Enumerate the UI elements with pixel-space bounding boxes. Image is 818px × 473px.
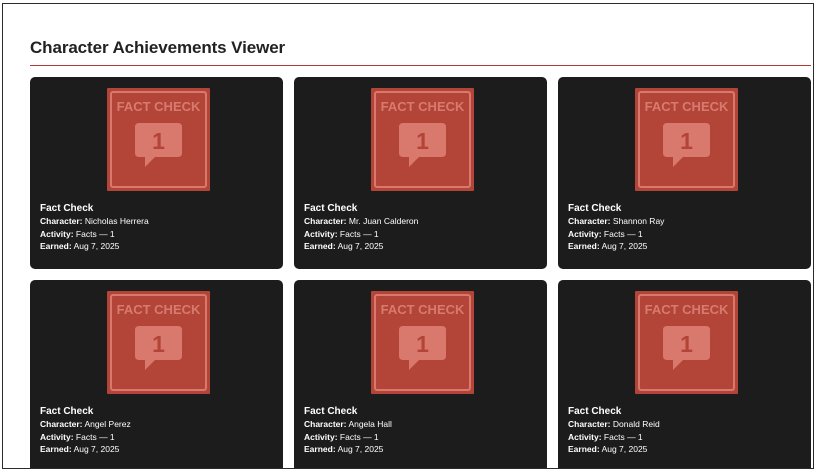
earned-value: Aug 7, 2025 (601, 444, 648, 454)
activity-label: Activity: (304, 228, 338, 239)
character-row: Character: Nicholas Herrera (40, 215, 149, 228)
achievement-info: Fact Check Character: Mr. Juan Calderon … (304, 202, 418, 253)
badge-label: FACT CHECK (381, 99, 465, 114)
badge-label: FACT CHECK (645, 99, 729, 114)
page-title: Character Achievements Viewer (30, 38, 286, 57)
earned-row: Earned: Aug 7, 2025 (304, 443, 392, 456)
achievement-info: Fact Check Character: Shannon Ray Activi… (568, 202, 664, 253)
badge-count: 1 (416, 128, 429, 154)
badge-count: 1 (680, 128, 693, 154)
earned-label: Earned: (40, 241, 72, 251)
fact-check-badge-icon: FACT CHECK 1 (371, 291, 474, 394)
activity-label: Activity: (40, 431, 74, 442)
character-row: Character: Mr. Juan Calderon (304, 215, 418, 228)
achievement-name: Fact Check (40, 406, 94, 417)
character-label: Character: (568, 419, 611, 429)
earned-row: Earned: Aug 7, 2025 (568, 240, 664, 253)
earned-row: Earned: Aug 7, 2025 (40, 443, 131, 456)
achievement-name: Fact Check (568, 203, 622, 214)
activity-row: Activity: Facts — 1 (40, 431, 131, 444)
fact-check-badge-icon: FACT CHECK 1 (107, 291, 210, 394)
activity-row: Activity: Facts — 1 (304, 431, 392, 444)
activity-label: Activity: (40, 228, 74, 239)
character-value: Angel Perez (84, 419, 131, 429)
earned-value: Aug 7, 2025 (337, 444, 384, 454)
earned-label: Earned: (568, 241, 600, 251)
achievement-info: Fact Check Character: Angel Perez Activi… (40, 405, 131, 456)
character-value: Mr. Juan Calderon (348, 216, 419, 226)
earned-value: Aug 7, 2025 (337, 241, 384, 251)
achievement-card[interactable]: FACT CHECK 1 Fact Check Character: Angel… (294, 280, 547, 468)
achievement-card[interactable]: FACT CHECK 1 Fact Check Character: Mr. J… (294, 77, 547, 269)
activity-row: Activity: Facts — 1 (40, 228, 149, 241)
character-value: Donald Reid (612, 419, 660, 429)
character-label: Character: (304, 419, 347, 429)
earned-label: Earned: (568, 444, 600, 454)
fact-check-badge-icon: FACT CHECK 1 (107, 88, 210, 191)
character-value: Shannon Ray (612, 216, 665, 226)
activity-row: Activity: Facts — 1 (568, 228, 664, 241)
earned-row: Earned: Aug 7, 2025 (568, 443, 660, 456)
character-label: Character: (40, 216, 83, 226)
activity-value: Facts — 1 (75, 431, 115, 442)
achievement-card[interactable]: FACT CHECK 1 Fact Check Character: Angel… (30, 280, 283, 468)
achievement-info: Fact Check Character: Angela Hall Activi… (304, 405, 392, 456)
character-row: Character: Donald Reid (568, 418, 660, 431)
character-value: Nicholas Herrera (84, 216, 149, 226)
badge-count: 1 (152, 331, 165, 357)
character-label: Character: (568, 216, 611, 226)
earned-label: Earned: (40, 444, 72, 454)
activity-value: Facts — 1 (339, 228, 379, 239)
fact-check-badge-icon: FACT CHECK 1 (371, 88, 474, 191)
fact-check-badge-icon: FACT CHECK 1 (635, 291, 738, 394)
badge-label: FACT CHECK (117, 302, 201, 317)
title-divider (30, 65, 811, 66)
activity-label: Activity: (304, 431, 338, 442)
fact-check-badge-icon: FACT CHECK 1 (635, 88, 738, 191)
character-label: Character: (40, 419, 83, 429)
activity-value: Facts — 1 (339, 431, 379, 442)
achievement-name: Fact Check (304, 406, 358, 417)
achievement-card[interactable]: FACT CHECK 1 Fact Check Character: Donal… (558, 280, 811, 468)
earned-row: Earned: Aug 7, 2025 (40, 240, 149, 253)
character-label: Character: (304, 216, 347, 226)
achievement-card[interactable]: FACT CHECK 1 Fact Check Character: Nicho… (30, 77, 283, 269)
badge-count: 1 (152, 128, 165, 154)
activity-row: Activity: Facts — 1 (568, 431, 660, 444)
badge-label: FACT CHECK (117, 99, 201, 114)
earned-row: Earned: Aug 7, 2025 (304, 240, 418, 253)
achievement-name: Fact Check (304, 203, 358, 214)
activity-label: Activity: (568, 431, 602, 442)
earned-label: Earned: (304, 241, 336, 251)
earned-value: Aug 7, 2025 (601, 241, 648, 251)
achievement-info: Fact Check Character: Nicholas Herrera A… (40, 202, 149, 253)
achievement-card[interactable]: FACT CHECK 1 Fact Check Character: Shann… (558, 77, 811, 269)
achievement-info: Fact Check Character: Donald Reid Activi… (568, 405, 660, 456)
activity-value: Facts — 1 (603, 431, 643, 442)
earned-label: Earned: (304, 444, 336, 454)
badge-label: FACT CHECK (645, 302, 729, 317)
achievements-grid: FACT CHECK 1 Fact Check Character: Nicho… (30, 77, 812, 468)
earned-value: Aug 7, 2025 (73, 241, 120, 251)
character-row: Character: Angela Hall (304, 418, 392, 431)
achievement-name: Fact Check (40, 203, 94, 214)
badge-label: FACT CHECK (381, 302, 465, 317)
character-row: Character: Angel Perez (40, 418, 131, 431)
viewer-window: Character Achievements Viewer FACT CHECK… (2, 3, 814, 469)
achievement-name: Fact Check (568, 406, 622, 417)
badge-count: 1 (680, 331, 693, 357)
earned-value: Aug 7, 2025 (73, 444, 120, 454)
activity-value: Facts — 1 (603, 228, 643, 239)
activity-label: Activity: (568, 228, 602, 239)
badge-count: 1 (416, 331, 429, 357)
character-value: Angela Hall (348, 419, 392, 429)
activity-value: Facts — 1 (75, 228, 115, 239)
activity-row: Activity: Facts — 1 (304, 228, 418, 241)
character-row: Character: Shannon Ray (568, 215, 664, 228)
